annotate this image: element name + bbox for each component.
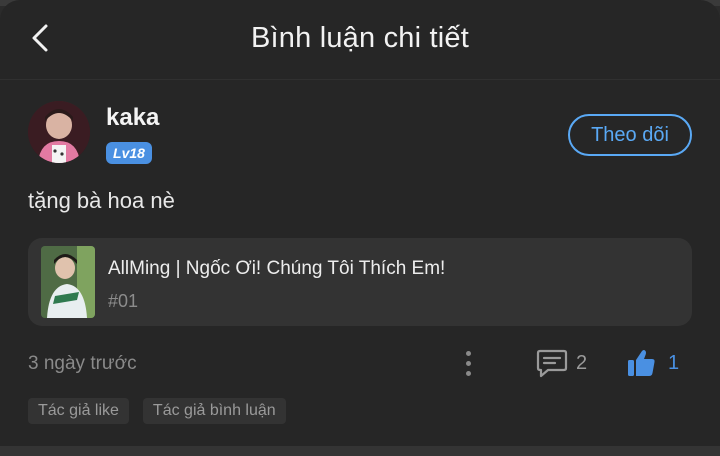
tag-author-liked: Tác giả like <box>28 398 129 424</box>
work-card[interactable]: AllMing | Ngốc Ơi! Chúng Tôi Thích Em! #… <box>28 238 692 326</box>
username[interactable]: kaka <box>106 104 159 132</box>
reply-button[interactable]: 2 <box>536 346 587 380</box>
more-icon-dot <box>465 350 471 356</box>
bottom-divider <box>0 446 720 456</box>
work-episode: #01 <box>108 291 139 311</box>
author-tags: Tác giả like Tác giả bình luận <box>28 398 286 424</box>
avatar[interactable] <box>28 101 90 163</box>
like-count: 1 <box>668 351 680 374</box>
avatar-image <box>28 101 90 163</box>
tag-author-commented: Tác giả bình luận <box>142 398 286 424</box>
like-button[interactable]: 1 <box>626 346 679 380</box>
work-cover-image <box>41 246 95 318</box>
follow-button[interactable]: Theo dõi <box>568 114 692 156</box>
header: Bình luận chi tiết <box>0 0 720 80</box>
more-options-button[interactable] <box>458 348 478 378</box>
thumbs-up-icon <box>628 350 655 376</box>
more-icon-dot <box>465 360 471 366</box>
comment-time: 3 ngày trước <box>28 353 137 374</box>
work-thumbnail <box>41 246 95 318</box>
level-badge: Lv18 <box>106 142 152 164</box>
work-title: AllMing | Ngốc Ơi! Chúng Tôi Thích Em! <box>108 258 446 279</box>
comment-icon <box>536 349 568 378</box>
page-title: Bình luận chi tiết <box>250 22 469 54</box>
reply-count: 2 <box>576 351 588 374</box>
comment-detail-sheet: Bình luận chi tiết kaka Lv18 Theo dõi tặ… <box>0 0 720 456</box>
comment-text: tặng bà hoa nè <box>28 188 175 213</box>
more-icon-dot <box>465 370 471 376</box>
